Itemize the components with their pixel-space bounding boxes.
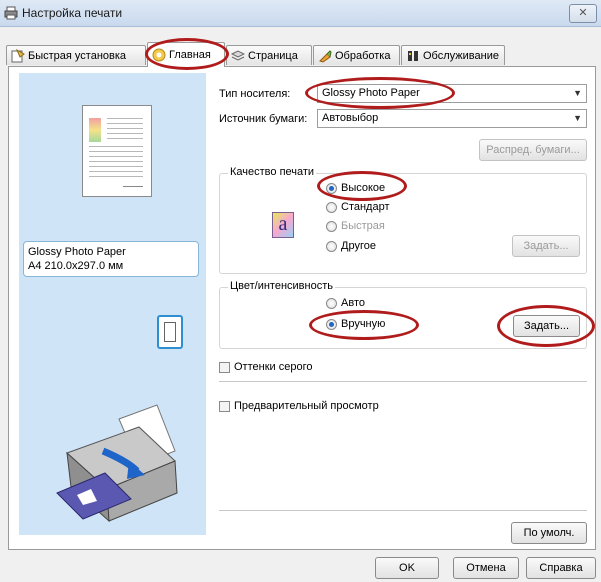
processing-tab-icon xyxy=(318,49,332,63)
main-tab-icon xyxy=(152,48,166,62)
print-quality-group: Качество печати a Высокое Стандарт Быстр… xyxy=(219,166,587,274)
main-tab-panel: Glossy Photo Paper A4 210.0x297.0 мм Тип… xyxy=(8,66,596,550)
radio-dot xyxy=(326,240,337,252)
divider xyxy=(219,510,587,511)
maintenance-tab-icon xyxy=(406,49,420,63)
tab-quick-setup[interactable]: Быстрая установка xyxy=(6,45,146,65)
radio-dot xyxy=(326,297,337,309)
color-intensity-title: Цвет/интенсивность xyxy=(228,280,335,292)
checkbox-box xyxy=(219,361,230,373)
print-quality-title: Качество печати xyxy=(228,166,317,178)
cancel-button[interactable]: Отмена xyxy=(453,557,519,579)
color-intensity-group: Цвет/интенсивность Авто Вручную Задать..… xyxy=(219,280,587,349)
defaults-button[interactable]: По умолч. xyxy=(511,522,587,544)
title-bar: Настройка печати ✕ xyxy=(0,0,601,27)
color-manual-radio[interactable]: Вручную xyxy=(326,318,385,330)
radio-label: Быстрая xyxy=(341,220,385,232)
window-title: Настройка печати xyxy=(22,6,123,20)
paper-source-value: Автовыбор xyxy=(322,112,379,124)
print-settings-window: Настройка печати ✕ Быстрая установка Гла… xyxy=(0,0,601,582)
help-button[interactable]: Справка xyxy=(526,557,596,579)
paper-source-label: Источник бумаги: xyxy=(219,113,308,125)
printer-illustration-icon xyxy=(47,391,197,544)
radio-label: Другое xyxy=(341,240,376,252)
radio-dot xyxy=(326,182,337,194)
distribute-paper-button[interactable]: Распред. бумаги... xyxy=(479,139,587,161)
checkbox-label: Оттенки серого xyxy=(234,361,313,373)
color-set-button[interactable]: Задать... xyxy=(513,315,580,337)
color-auto-radio[interactable]: Авто xyxy=(326,297,365,309)
paper-name: Glossy Photo Paper xyxy=(28,246,126,258)
close-button[interactable]: ✕ xyxy=(569,4,597,23)
tab-strip: Быстрая установка Главная Страница Обраб… xyxy=(6,42,596,67)
divider xyxy=(219,381,587,382)
media-type-select[interactable]: Glossy Photo Paper ▼ xyxy=(317,84,587,103)
quality-set-button[interactable]: Задать... xyxy=(512,235,580,257)
radio-label: Высокое xyxy=(341,182,386,194)
tab-label: Обработка xyxy=(335,49,391,62)
radio-label: Авто xyxy=(341,297,365,309)
radio-label: Стандарт xyxy=(341,201,390,213)
ok-button[interactable]: OK xyxy=(375,557,439,579)
quality-icon: a xyxy=(272,212,294,238)
orientation-portrait-icon[interactable] xyxy=(157,315,183,349)
tab-label: Главная xyxy=(169,49,211,61)
chevron-down-icon: ▼ xyxy=(573,113,582,123)
paper-preview-thumbnail xyxy=(82,105,152,197)
quality-standard-radio[interactable]: Стандарт xyxy=(326,201,390,213)
radio-dot xyxy=(326,220,337,232)
tab-label: Страница xyxy=(248,49,298,62)
preview-checkbox[interactable]: Предварительный просмотр xyxy=(219,400,379,412)
tab-maintenance[interactable]: Обслуживание xyxy=(401,45,505,65)
paper-info-box: Glossy Photo Paper A4 210.0x297.0 мм xyxy=(23,241,199,277)
tab-page[interactable]: Страница xyxy=(226,45,312,65)
paper-source-select[interactable]: Автовыбор ▼ xyxy=(317,109,587,128)
radio-dot xyxy=(326,318,337,330)
chevron-down-icon: ▼ xyxy=(573,88,582,98)
quality-fast-radio[interactable]: Быстрая xyxy=(326,220,385,232)
tab-processing[interactable]: Обработка xyxy=(313,45,400,65)
quality-other-radio[interactable]: Другое xyxy=(326,240,376,252)
media-type-label: Тип носителя: xyxy=(219,88,291,100)
radio-label: Вручную xyxy=(341,318,386,330)
page-tab-icon xyxy=(230,49,246,63)
radio-dot xyxy=(326,201,337,213)
media-type-value: Glossy Photo Paper xyxy=(322,87,420,99)
tab-label: Обслуживание xyxy=(423,49,499,62)
paper-size: A4 210.0x297.0 мм xyxy=(28,260,124,272)
tab-label: Быстрая установка xyxy=(28,49,127,62)
checkbox-label: Предварительный просмотр xyxy=(234,400,379,412)
tab-main[interactable]: Главная xyxy=(147,42,225,67)
checkbox-box xyxy=(219,400,230,412)
printer-icon xyxy=(4,6,18,23)
preview-area: Glossy Photo Paper A4 210.0x297.0 мм xyxy=(19,73,206,535)
quality-high-radio[interactable]: Высокое xyxy=(326,182,385,194)
grayscale-checkbox[interactable]: Оттенки серого xyxy=(219,361,312,373)
quick-setup-icon xyxy=(11,48,25,63)
